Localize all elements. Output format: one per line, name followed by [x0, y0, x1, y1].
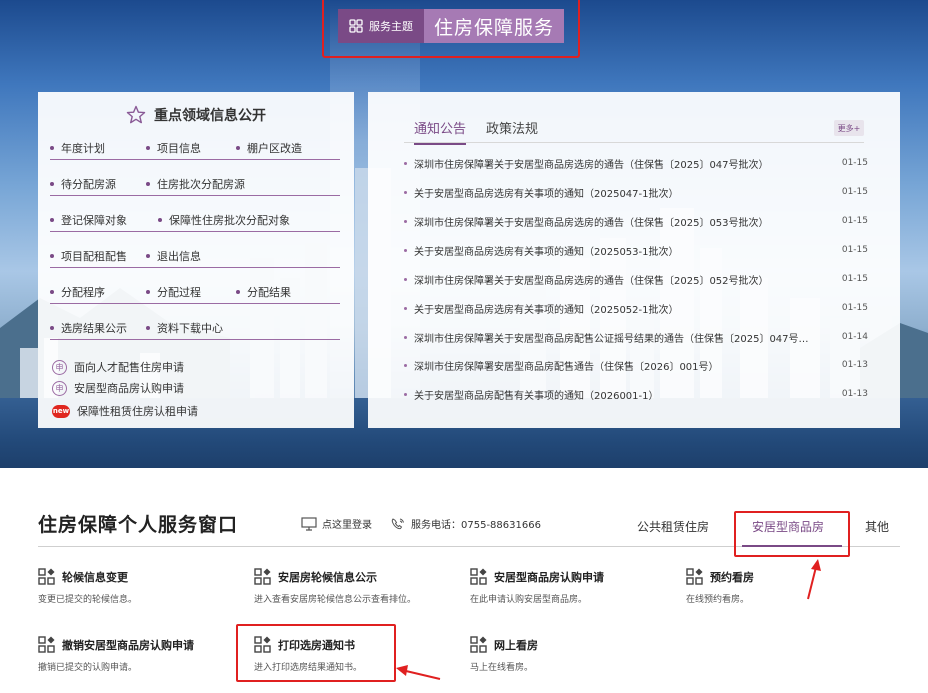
info-link-pending-housing[interactable]: 待分配房源	[50, 176, 146, 192]
info-link-annual-plan[interactable]: 年度计划	[50, 140, 146, 156]
bullet-icon	[404, 277, 407, 281]
service-item-purchase-apply[interactable]: 安居型商品房认购申请 在此申请认购安居型商品房。	[470, 568, 670, 605]
service-phone: 服务电话：0755-88631666	[390, 516, 541, 531]
print-highlight-box	[236, 624, 396, 682]
grid-diamond-icon	[470, 568, 487, 585]
bullet-icon	[404, 392, 407, 396]
tab-divider	[404, 142, 864, 143]
notice-item[interactable]: 深圳市住房保障署关于安居型商品房选房的通告（住保售〔2025〕053号批次） 0…	[404, 211, 868, 231]
info-row: 待分配房源 住房批次分配房源	[50, 172, 340, 196]
grid-diamond-icon	[38, 636, 55, 653]
info-link-exit-info[interactable]: 退出信息	[146, 248, 201, 264]
grid-diamond-icon	[686, 568, 703, 585]
info-row: 登记保障对象 保障性住房批次分配对象	[50, 208, 340, 232]
apply-link-rental-housing[interactable]: new 保障性租赁住房认租申请	[52, 401, 198, 421]
phone-icon	[391, 517, 404, 529]
tab-other[interactable]: 其他	[865, 518, 889, 535]
notice-panel: 通知公告 政策法规 更多+ 深圳市住房保障署关于安居型商品房选房的通告（住保售〔…	[368, 92, 900, 428]
theme-title[interactable]: 住房保障服务	[424, 9, 564, 43]
bullet-icon	[404, 161, 407, 165]
info-link-allocation-process[interactable]: 分配过程	[146, 284, 236, 300]
info-link-project-allocation[interactable]: 项目配租配售	[50, 248, 146, 264]
info-link-batch-housing[interactable]: 住房批次分配房源	[146, 176, 245, 192]
info-link-registered-objects[interactable]: 登记保障对象	[50, 212, 158, 228]
notice-item[interactable]: 关于安居型商品房配售有关事项的通知（2026001-1） 01-13	[404, 384, 868, 404]
apply-link-talent-housing[interactable]: 申 面向人才配售住房申请	[52, 357, 184, 377]
info-link-selection-results[interactable]: 选房结果公示	[50, 320, 146, 336]
info-row: 项目配租配售 退出信息	[50, 244, 340, 268]
service-theme-tag[interactable]: 服务主题	[338, 9, 424, 43]
service-window-title: 住房保障个人服务窗口	[38, 514, 239, 536]
circle-apply-icon: 申	[52, 380, 67, 396]
grid-diamond-icon	[254, 568, 271, 585]
service-item-book-viewing[interactable]: 预约看房 在线预约看房。	[686, 568, 886, 605]
more-button[interactable]: 更多+	[834, 120, 864, 136]
grid-diamond-icon	[38, 568, 55, 585]
key-info-header: 重点领域信息公开	[38, 105, 354, 125]
info-row: 分配程序 分配过程 分配结果	[50, 280, 340, 304]
info-link-shantytown[interactable]: 棚户区改造	[236, 140, 302, 156]
service-item-online-viewing[interactable]: 网上看房 马上在线看房。	[470, 636, 670, 673]
tab-public-rental[interactable]: 公共租赁住房	[637, 518, 709, 535]
circle-apply-icon: 申	[52, 359, 67, 375]
notice-item[interactable]: 深圳市住房保障署关于安居型商品房选房的通告（住保售〔2025〕052号批次） 0…	[404, 269, 868, 289]
info-link-download-center[interactable]: 资料下载中心	[146, 320, 223, 336]
apply-link-affordable-purchase[interactable]: 申 安居型商品房认购申请	[52, 378, 184, 398]
info-link-project-info[interactable]: 项目信息	[146, 140, 236, 156]
bullet-icon	[404, 335, 407, 339]
bullet-icon	[404, 190, 407, 194]
login-link[interactable]: 点这里登录	[301, 516, 372, 531]
service-item-queue-publicity[interactable]: 安居房轮候信息公示 进入查看安居房轮候信息公示查看排位。	[254, 568, 454, 605]
grid-icon	[349, 19, 363, 33]
notice-item[interactable]: 深圳市住房保障署关于安居型商品房配售公证摇号结果的通告（住保售〔2025〕047…	[404, 327, 868, 347]
info-link-batch-objects[interactable]: 保障性住房批次分配对象	[158, 212, 290, 228]
bullet-icon	[404, 363, 407, 367]
bullet-icon	[404, 248, 407, 252]
notice-tabs: 通知公告 政策法规	[414, 118, 538, 145]
notice-item[interactable]: 关于安居型商品房选房有关事项的通知（2025053-1批次） 01-15	[404, 240, 868, 260]
bullet-icon	[404, 306, 407, 310]
service-theme-label: 服务主题	[369, 20, 413, 33]
info-row: 选房结果公示 资料下载中心	[50, 316, 340, 340]
tab-highlight-box	[734, 511, 850, 557]
notice-item[interactable]: 深圳市住房保障署安居型商品房配售通告（住保售〔2026〕001号） 01-13	[404, 355, 868, 375]
info-row: 年度计划 项目信息 棚户区改造	[50, 136, 340, 160]
service-item-queue-change[interactable]: 轮候信息变更 变更已提交的轮候信息。	[38, 568, 238, 605]
star-icon	[126, 105, 146, 124]
key-info-panel: 重点领域信息公开 年度计划 项目信息 棚户区改造 待分配房源 住房批次分配房源 …	[38, 92, 354, 428]
tab-policies[interactable]: 政策法规	[486, 118, 538, 145]
info-link-allocation-result[interactable]: 分配结果	[236, 284, 291, 300]
notice-item[interactable]: 关于安居型商品房选房有关事项的通知（2025052-1批次） 01-15	[404, 298, 868, 318]
bullet-icon	[404, 219, 407, 223]
tab-notices[interactable]: 通知公告	[414, 118, 467, 145]
service-item-cancel-purchase[interactable]: 撤销安居型商品房认购申请 撤销已提交的认购申请。	[38, 636, 238, 673]
info-link-allocation-procedure[interactable]: 分配程序	[50, 284, 146, 300]
new-badge-icon: new	[52, 404, 70, 418]
grid-diamond-icon	[470, 636, 487, 653]
notice-item[interactable]: 关于安居型商品房选房有关事项的通知（2025047-1批次） 01-15	[404, 182, 868, 202]
monitor-icon	[301, 516, 317, 531]
key-info-title: 重点领域信息公开	[154, 108, 266, 124]
notice-item[interactable]: 深圳市住房保障署关于安居型商品房选房的通告（住保售〔2025〕047号批次） 0…	[404, 153, 868, 173]
